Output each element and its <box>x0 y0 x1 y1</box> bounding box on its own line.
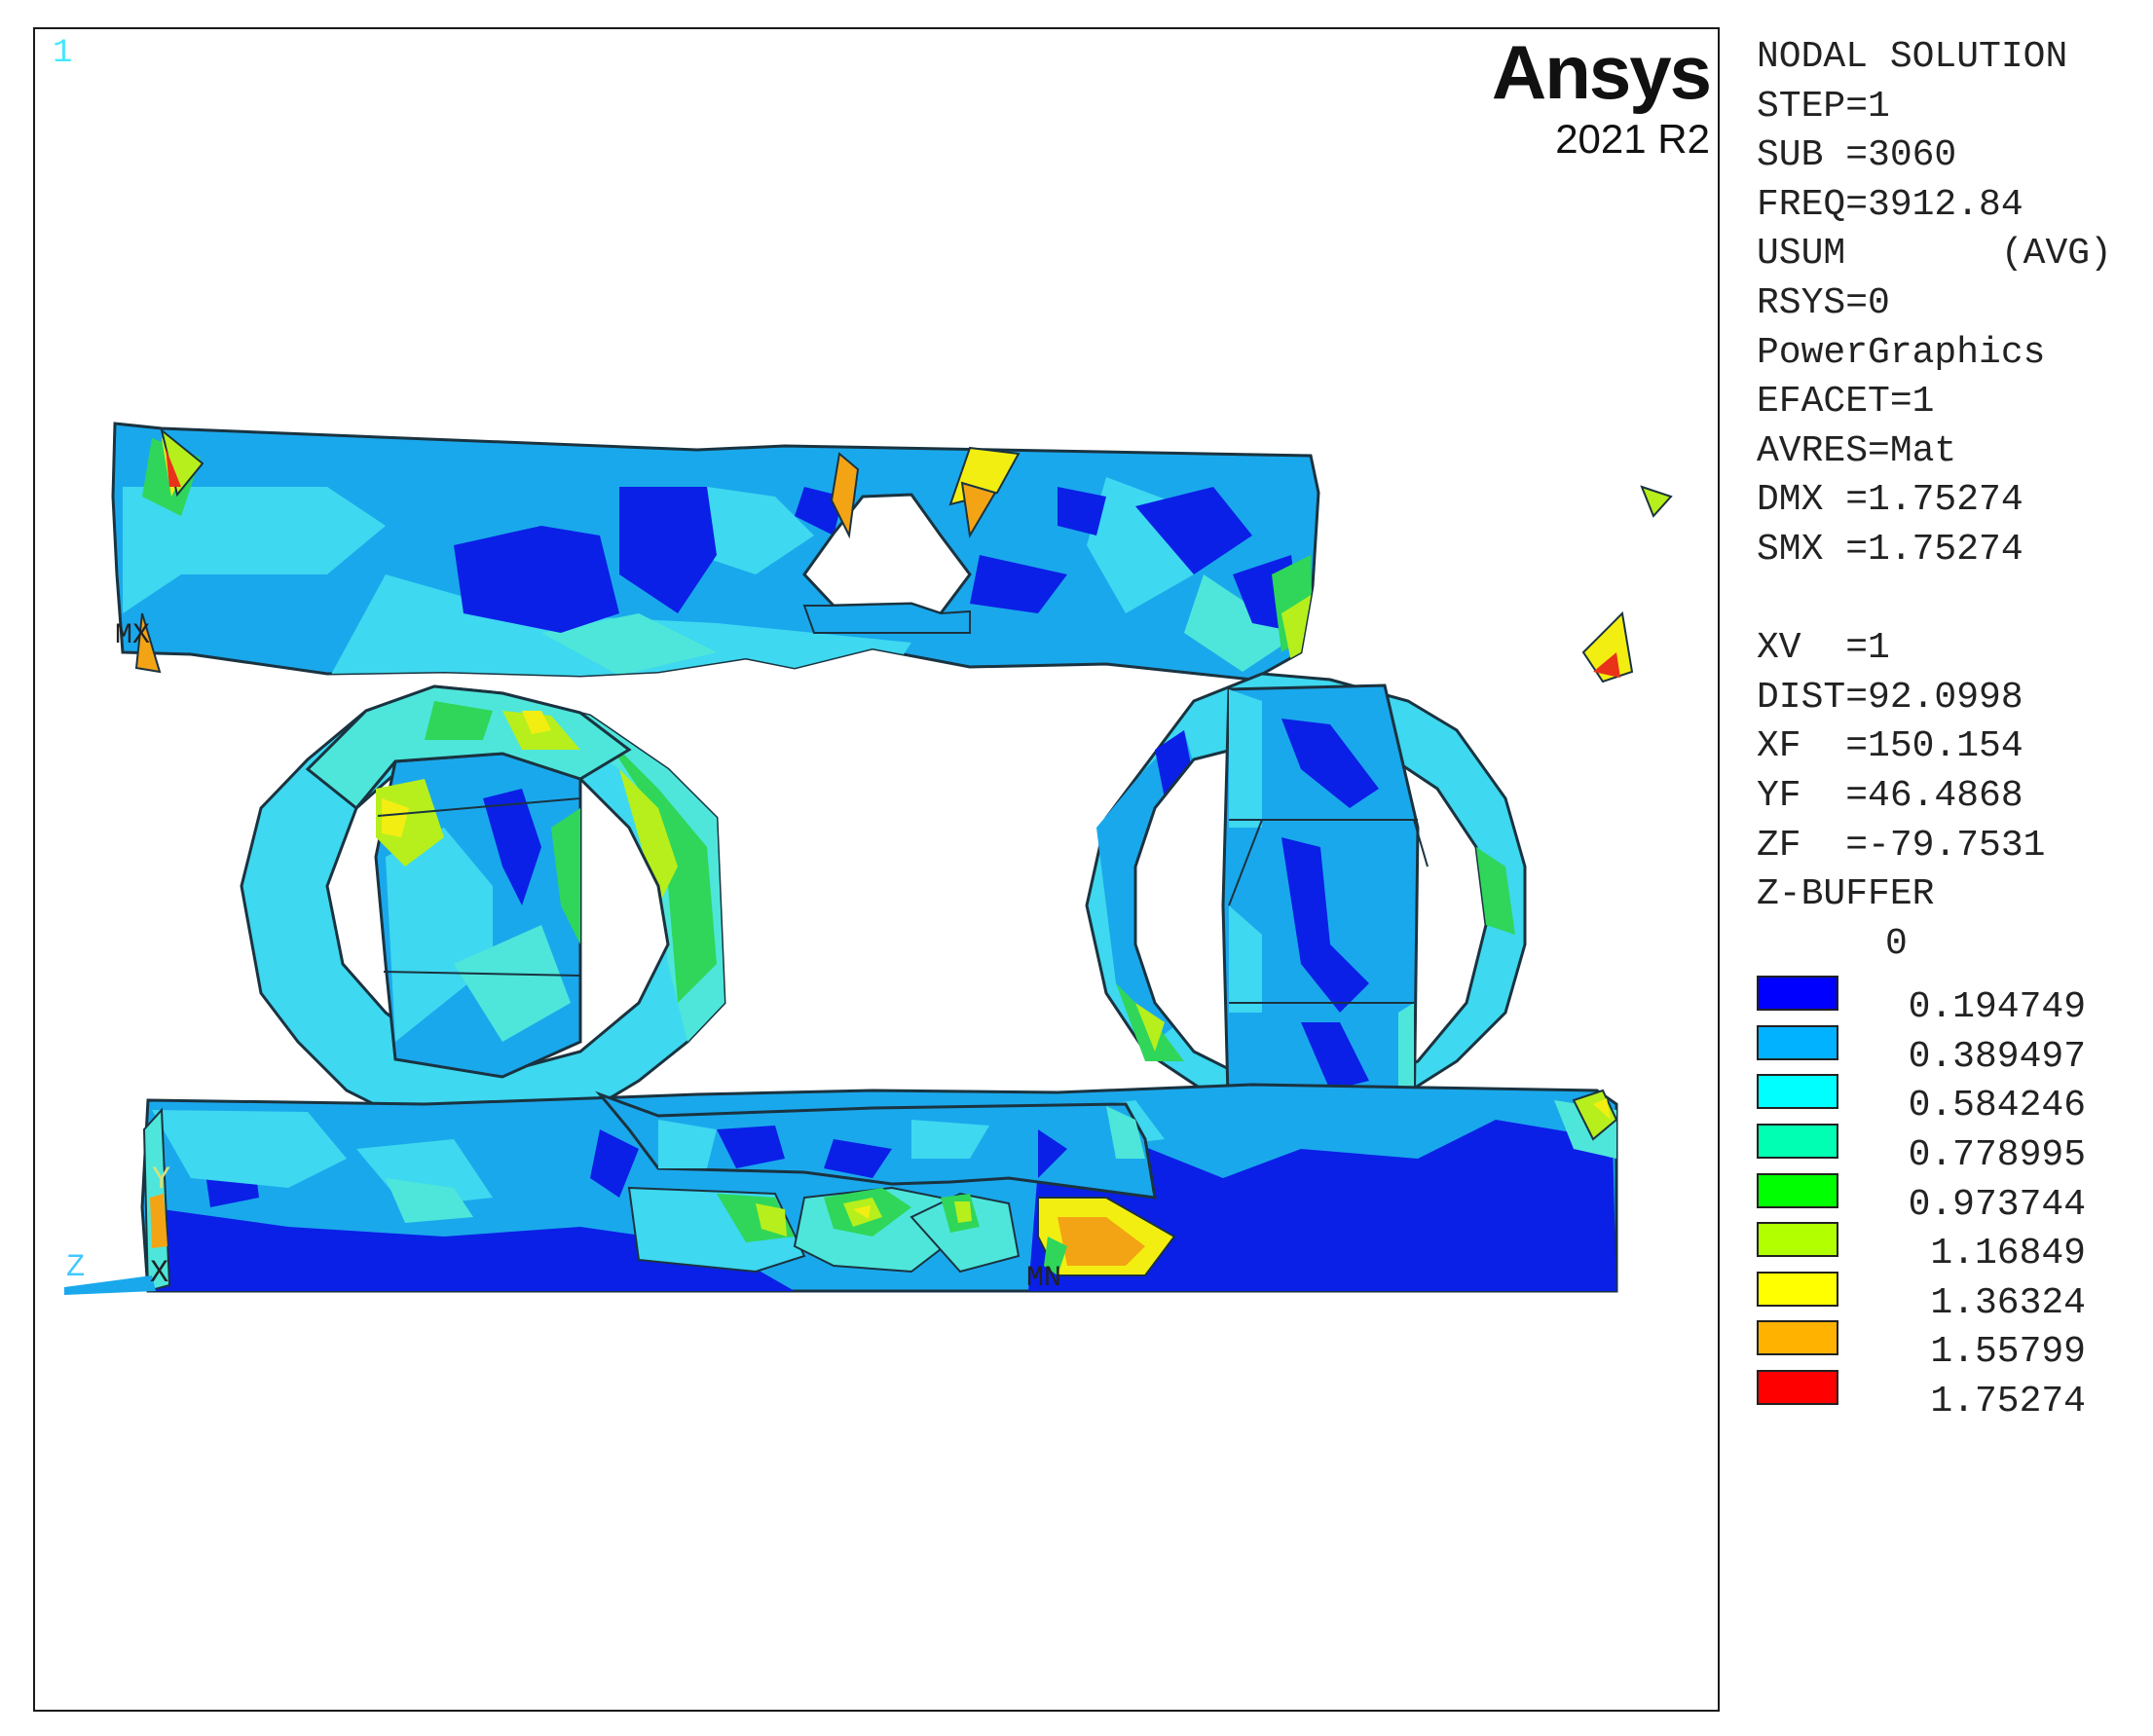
solution-info: NODAL SOLUTION STEP=1 SUB =3060 FREQ=3912.8… <box>1757 33 2146 575</box>
max-marker: MX <box>115 619 150 652</box>
solution-info-line: NODAL SOLUTION <box>1757 36 2068 78</box>
triad-z-label: Z <box>66 1249 85 1285</box>
view-info-line: YF =46.4868 <box>1757 774 2023 817</box>
view-info-line: ZF =-79.7531 <box>1757 824 2046 867</box>
left-ring <box>240 684 726 1137</box>
legend-value: 0.973744 <box>1908 1183 2086 1226</box>
legend-value: 1.75274 <box>1930 1381 2086 1423</box>
solution-info-line: STEP=1 <box>1757 85 1890 128</box>
lower-beam: MN <box>140 1083 1618 1295</box>
legend-value: 1.36324 <box>1930 1281 2086 1324</box>
upper-beam: MX <box>111 422 1673 683</box>
legend-entry: 1.36324 <box>1757 1265 2146 1324</box>
legend-value: 0.194749 <box>1908 986 2086 1029</box>
solution-info-line: SUB =3060 <box>1757 134 1957 177</box>
legend-entry: 0.194749 <box>1757 969 2146 1029</box>
legend-swatch <box>1757 1124 1838 1160</box>
legend-entry: 1.16849 <box>1757 1215 2146 1275</box>
legend-swatch <box>1757 1024 1838 1060</box>
legend-entry: 0.778995 <box>1757 1117 2146 1177</box>
result-legend-panel: NODAL SOLUTION STEP=1 SUB =3060 FREQ=3912.8… <box>1757 33 2146 1423</box>
solution-info-line: RSYS=0 <box>1757 281 1890 324</box>
solution-info-line: FREQ=3912.84 <box>1757 183 2023 226</box>
solution-info-line: EFACET=1 <box>1757 381 1935 424</box>
view-info-line: Z-BUFFER <box>1757 873 1935 916</box>
graphics-viewport[interactable]: 1 Ansys 2021 R2 MX MN Y Z X <box>33 27 1720 1712</box>
view-info-line: XV =1 <box>1757 627 1890 670</box>
min-marker: MN <box>1026 1262 1061 1295</box>
legend-swatch <box>1757 1370 1838 1406</box>
legend-value: 0.389497 <box>1908 1035 2086 1078</box>
legend-value: 1.16849 <box>1930 1233 2086 1275</box>
legend-swatch <box>1757 1271 1838 1307</box>
legend-swatch <box>1757 1222 1838 1258</box>
legend-zero-label: 0 <box>1885 922 1908 965</box>
solution-info-line: AVRES=Mat <box>1757 429 1957 472</box>
view-info: XV =1 DIST=92.0998 XF =150.154 YF =46.4868 Z… <box>1757 624 2146 920</box>
legend-entry: 1.75274 <box>1757 1363 2146 1423</box>
deformed-model: MX MN Y Z X <box>64 422 1673 1295</box>
legend-value: 1.55799 <box>1930 1331 2086 1374</box>
view-info-line: XF =150.154 <box>1757 725 2023 768</box>
legend-entry: 1.55799 <box>1757 1313 2146 1374</box>
legend-swatch <box>1757 1172 1838 1208</box>
right-ring <box>1085 672 1527 1135</box>
solution-info-line: DMX =1.75274 <box>1757 479 2023 522</box>
legend-entry: 0.389497 <box>1757 1018 2146 1078</box>
legend-swatch <box>1757 976 1838 1012</box>
legend-entry: 0.973744 <box>1757 1166 2146 1226</box>
solution-info-line: USUM (AVG) <box>1757 233 2112 276</box>
legend-value: 0.584246 <box>1908 1085 2086 1127</box>
view-info-line: DIST=92.0998 <box>1757 676 2023 719</box>
legend-value: 0.778995 <box>1908 1134 2086 1177</box>
solution-info-line: SMX =1.75274 <box>1757 528 2023 571</box>
legend-swatch <box>1757 1320 1838 1356</box>
contour-legend: 0.194749 0.389497 0.584246 0.778995 0.973744… <box>1757 969 2146 1423</box>
legend-swatch <box>1757 1074 1838 1110</box>
triad-x-label: X <box>150 1255 168 1291</box>
triad-y-label: Y <box>152 1162 170 1198</box>
solution-info-line: PowerGraphics <box>1757 331 2046 374</box>
legend-entry: 0.584246 <box>1757 1067 2146 1127</box>
